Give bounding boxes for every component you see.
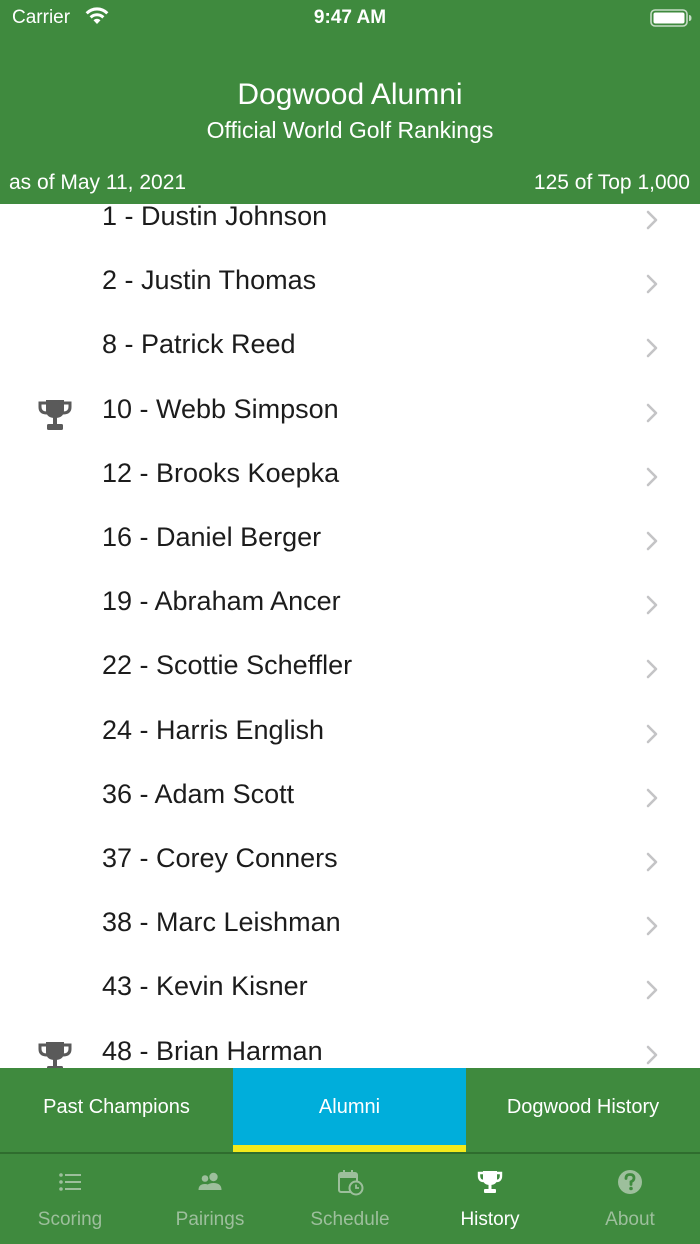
ranking-row[interactable]: 10 - Webb Simpson bbox=[0, 380, 700, 444]
ranking-row[interactable]: 24 - Harris English bbox=[0, 701, 700, 765]
tab-bar: Scoring Pairings Schedule History About bbox=[0, 1152, 700, 1244]
segment-dogwood-history[interactable]: Dogwood History bbox=[466, 1068, 700, 1152]
segment-alumni[interactable]: Alumni bbox=[233, 1068, 466, 1152]
chevron-right-icon bbox=[646, 852, 658, 872]
ranking-label: 37 - Corey Conners bbox=[102, 843, 338, 873]
ranking-row[interactable]: 12 - Brooks Koepka bbox=[0, 444, 700, 508]
tab-scoring-label: Scoring bbox=[37, 1209, 103, 1230]
trophy-icon bbox=[477, 1171, 503, 1193]
ranking-row[interactable]: 19 - Abraham Ancer bbox=[0, 572, 700, 636]
ranking-label: 8 - Patrick Reed bbox=[102, 329, 296, 360]
chevron-right-icon bbox=[646, 339, 658, 358]
segment-dogwood-history-label: Dogwood History bbox=[506, 1096, 660, 1118]
trophy-icon bbox=[38, 1041, 72, 1068]
ranking-row[interactable]: 48 - Brian Harman bbox=[0, 1022, 700, 1068]
question-circle-icon bbox=[618, 1170, 642, 1194]
ranking-label: 16 - Daniel Berger bbox=[102, 522, 322, 552]
segment-past-champions-label: Past Champions bbox=[43, 1096, 190, 1118]
chevron-right-icon bbox=[646, 788, 658, 808]
list-icon bbox=[59, 1173, 81, 1191]
ranking-row[interactable]: 2 - Justin Thomas bbox=[0, 251, 700, 315]
tab-about-label: About bbox=[605, 1209, 655, 1230]
ranking-row[interactable]: 43 - Kevin Kisner bbox=[0, 957, 700, 1021]
tab-schedule-label: Schedule bbox=[310, 1209, 390, 1230]
trophy-icon bbox=[38, 399, 72, 430]
ranking-label: 24 - Harris English bbox=[102, 714, 325, 745]
chevron-right-icon bbox=[646, 660, 658, 679]
ranking-label: 36 - Adam Scott bbox=[102, 778, 295, 809]
ranking-label: 43 - Kevin Kisner bbox=[102, 971, 308, 1002]
tab-scoring[interactable]: Scoring bbox=[0, 1154, 140, 1244]
ranking-row[interactable]: 8 - Patrick Reed bbox=[0, 315, 700, 379]
ranking-label: 38 - Marc Leishman bbox=[102, 907, 341, 938]
chevron-right-icon bbox=[646, 981, 658, 1000]
rankings-list[interactable]: 1 - Dustin Johnson 2 - Justin Thomas 8 - P… bbox=[0, 204, 700, 1068]
ranking-row[interactable]: 36 - Adam Scott bbox=[0, 765, 700, 829]
segment-control: Past Champions Alumni Dogwood History bbox=[0, 1068, 700, 1152]
tab-schedule[interactable]: Schedule bbox=[280, 1154, 420, 1244]
ranking-label: 1 - Dustin Johnson bbox=[102, 204, 328, 231]
ranking-label: 19 - Abraham Ancer bbox=[102, 586, 341, 617]
ranking-label: 48 - Brian Harman bbox=[102, 1035, 323, 1066]
chevron-right-icon bbox=[646, 531, 658, 551]
segment-alumni-label: Alumni bbox=[318, 1096, 381, 1118]
chevron-right-icon bbox=[646, 724, 658, 743]
page-subtitle: Official World Golf Rankings bbox=[206, 117, 494, 143]
ranking-label: 12 - Brooks Koepka bbox=[102, 457, 340, 488]
ranked-count: 125 of Top 1,000 bbox=[533, 171, 690, 194]
chevron-right-icon bbox=[646, 210, 658, 230]
tab-history[interactable]: History bbox=[420, 1154, 560, 1244]
ranking-row[interactable]: 38 - Marc Leishman bbox=[0, 893, 700, 957]
chevron-right-icon bbox=[646, 274, 658, 294]
chevron-right-icon bbox=[646, 467, 658, 487]
page-title: Dogwood Alumni bbox=[237, 78, 463, 111]
status-time: 9:47 AM bbox=[313, 7, 387, 28]
segment-past-champions[interactable]: Past Champions bbox=[0, 1068, 233, 1152]
ranking-row[interactable]: 22 - Scottie Scheffler bbox=[0, 636, 700, 700]
as-of-date: as of May 11, 2021 bbox=[9, 171, 187, 194]
tab-history-label: History bbox=[460, 1209, 520, 1230]
page-header: Dogwood Alumni Official World Golf Ranki… bbox=[0, 40, 700, 204]
ranking-row[interactable]: 37 - Corey Conners bbox=[0, 829, 700, 893]
tab-pairings[interactable]: Pairings bbox=[140, 1154, 280, 1244]
people-icon bbox=[198, 1172, 222, 1190]
chevron-right-icon bbox=[646, 595, 658, 615]
tab-about[interactable]: About bbox=[560, 1154, 700, 1244]
ranking-label: 10 - Webb Simpson bbox=[102, 393, 339, 424]
battery-icon bbox=[650, 9, 692, 27]
chevron-right-icon bbox=[646, 403, 658, 422]
calendar-clock-icon bbox=[338, 1170, 364, 1196]
status-bar: Carrier 9:47 AM bbox=[0, 0, 700, 40]
ranking-label: 22 - Scottie Scheffler bbox=[102, 650, 353, 681]
chevron-right-icon bbox=[646, 1045, 658, 1064]
segment-selected-indicator bbox=[233, 1145, 466, 1152]
tab-pairings-label: Pairings bbox=[175, 1209, 245, 1230]
ranking-row[interactable]: 16 - Daniel Berger bbox=[0, 508, 700, 572]
ranking-row[interactable]: 1 - Dustin Johnson bbox=[0, 204, 700, 251]
chevron-right-icon bbox=[646, 916, 658, 936]
ranking-label: 2 - Justin Thomas bbox=[102, 265, 317, 296]
